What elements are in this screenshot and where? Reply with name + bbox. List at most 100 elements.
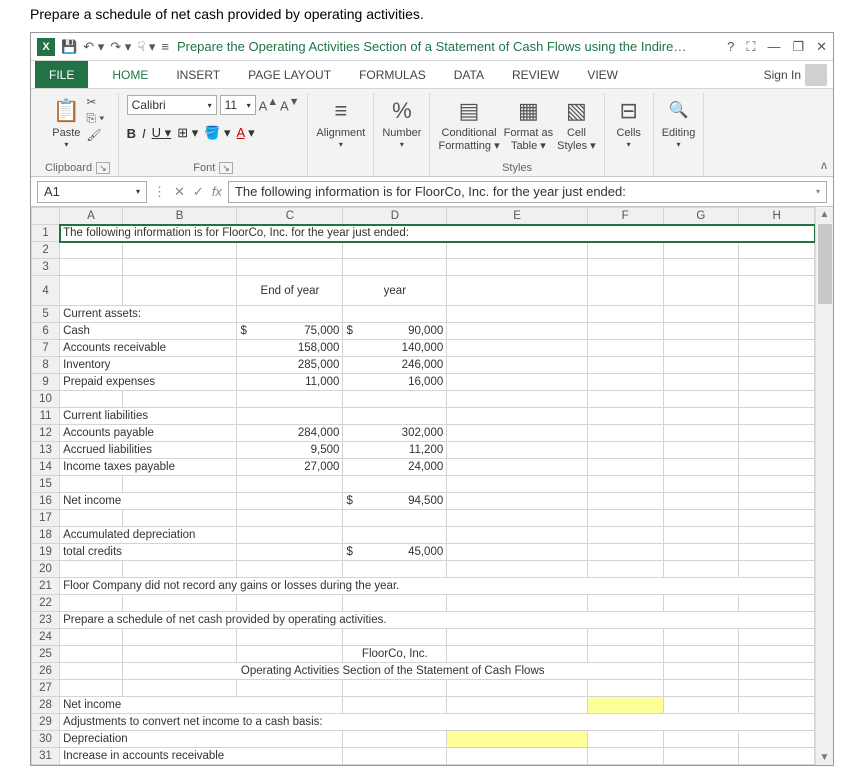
cell[interactable] <box>587 510 663 527</box>
worksheet[interactable]: A B C D E F G H 1The following informati… <box>31 207 815 765</box>
cell[interactable] <box>663 459 739 476</box>
font-name-select[interactable]: Calibri▾ <box>127 95 217 115</box>
cell[interactable] <box>122 680 237 697</box>
cell[interactable] <box>237 680 343 697</box>
redo-icon[interactable]: ↷ ▾ <box>110 39 131 55</box>
row-header[interactable]: 18 <box>32 527 60 544</box>
cell[interactable] <box>663 276 739 306</box>
row-header[interactable]: 5 <box>32 306 60 323</box>
cell[interactable] <box>122 259 237 276</box>
row-header[interactable]: 26 <box>32 663 60 680</box>
cell[interactable] <box>237 391 343 408</box>
number-icon[interactable]: % <box>386 95 418 127</box>
row-header[interactable]: 15 <box>32 476 60 493</box>
cell[interactable] <box>343 595 447 612</box>
cell[interactable] <box>587 306 663 323</box>
paste-button[interactable]: Paste <box>52 127 80 140</box>
cell[interactable] <box>587 493 663 510</box>
cell[interactable] <box>739 510 815 527</box>
col-header-D[interactable]: D <box>343 208 447 225</box>
cell[interactable] <box>343 242 447 259</box>
cell[interactable] <box>447 340 588 357</box>
cell[interactable] <box>587 527 663 544</box>
cell[interactable] <box>663 357 739 374</box>
cell[interactable]: 246,000 <box>343 357 447 374</box>
name-box[interactable]: A1▾ <box>37 181 147 203</box>
cell[interactable]: Current assets: <box>60 306 237 323</box>
alignment-icon[interactable]: ≡ <box>325 95 357 127</box>
undo-icon[interactable]: ↶ ▾ <box>83 39 104 55</box>
border-icon[interactable]: ⊞ ▾ <box>177 125 198 141</box>
cell[interactable] <box>343 629 447 646</box>
tab-formulas[interactable]: FORMULAS <box>345 61 440 88</box>
cell[interactable]: Income taxes payable <box>60 459 237 476</box>
cell[interactable] <box>343 748 447 765</box>
cell[interactable]: Floor Company did not record any gains o… <box>60 578 815 595</box>
select-all-cell[interactable] <box>32 208 60 225</box>
cell[interactable] <box>663 374 739 391</box>
cell[interactable] <box>237 595 343 612</box>
cell[interactable] <box>447 306 588 323</box>
cell[interactable] <box>739 680 815 697</box>
row-header[interactable]: 24 <box>32 629 60 646</box>
cell[interactable] <box>237 408 343 425</box>
cell[interactable] <box>587 357 663 374</box>
cell[interactable] <box>663 242 739 259</box>
cell[interactable] <box>447 357 588 374</box>
cell[interactable]: Net income <box>60 697 343 714</box>
cell[interactable] <box>343 306 447 323</box>
cell[interactable] <box>587 595 663 612</box>
cell[interactable] <box>663 323 739 340</box>
cell[interactable] <box>343 731 447 748</box>
collapse-ribbon-icon[interactable]: ʌ <box>821 158 827 172</box>
cell[interactable] <box>447 374 588 391</box>
paste-icon[interactable]: 📋 <box>50 95 82 127</box>
cell[interactable]: Prepare a schedule of net cash provided … <box>60 612 815 629</box>
scroll-down-icon[interactable]: ▼ <box>820 750 830 765</box>
row-header[interactable]: 3 <box>32 259 60 276</box>
col-header-G[interactable]: G <box>663 208 739 225</box>
cell[interactable] <box>237 306 343 323</box>
row-header[interactable]: 2 <box>32 242 60 259</box>
cell[interactable] <box>447 510 588 527</box>
format-as-table-button[interactable]: ▦Format asTable ▾ <box>504 95 554 153</box>
cell[interactable] <box>587 731 663 748</box>
cell[interactable] <box>739 731 815 748</box>
touch-mode-icon[interactable]: ☟ ▾ <box>137 39 155 55</box>
cell[interactable] <box>663 510 739 527</box>
row-header[interactable]: 29 <box>32 714 60 731</box>
cell[interactable]: Accumulated depreciation <box>60 527 237 544</box>
cell[interactable] <box>447 748 588 765</box>
scroll-up-icon[interactable]: ▲ <box>820 207 830 222</box>
underline-button[interactable]: U ▾ <box>152 125 172 141</box>
row-header[interactable]: 11 <box>32 408 60 425</box>
cell[interactable]: Increase in accounts receivable <box>60 748 343 765</box>
cell[interactable]: Accrued liabilities <box>60 442 237 459</box>
cell[interactable] <box>237 544 343 561</box>
tab-insert[interactable]: INSERT <box>162 61 234 88</box>
cell[interactable] <box>739 493 815 510</box>
row-header[interactable]: 17 <box>32 510 60 527</box>
row-header[interactable]: 12 <box>32 425 60 442</box>
clipboard-dialog-icon[interactable]: ↘ <box>96 162 110 174</box>
col-header-F[interactable]: F <box>587 208 663 225</box>
row-header[interactable]: 31 <box>32 748 60 765</box>
cell[interactable]: Cash <box>60 323 237 340</box>
cell[interactable]: 11,200 <box>343 442 447 459</box>
cell[interactable] <box>663 663 739 680</box>
cell[interactable]: Current liabilities <box>60 408 237 425</box>
cell[interactable]: Adjustments to convert net income to a c… <box>60 714 815 731</box>
cell[interactable] <box>447 476 588 493</box>
cell[interactable] <box>237 476 343 493</box>
cell[interactable]: Inventory <box>60 357 237 374</box>
minimize-icon[interactable]: — <box>767 39 780 54</box>
cell[interactable] <box>343 561 447 578</box>
cell[interactable] <box>663 391 739 408</box>
cell[interactable]: Depreciation <box>60 731 343 748</box>
cell[interactable] <box>663 425 739 442</box>
cell[interactable] <box>587 242 663 259</box>
insert-function-icon[interactable]: fx <box>212 184 222 200</box>
cell[interactable] <box>587 561 663 578</box>
cell[interactable] <box>739 259 815 276</box>
cell[interactable]: Prepaid expenses <box>60 374 237 391</box>
